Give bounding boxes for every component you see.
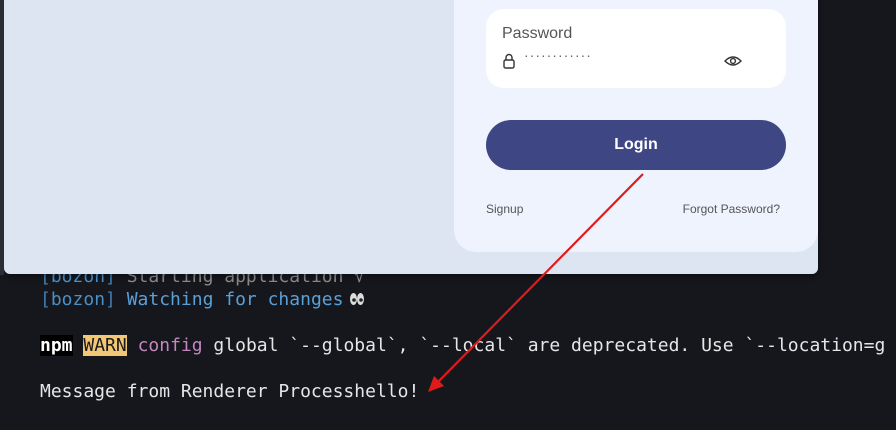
login-button[interactable]: Login <box>486 120 786 170</box>
password-field[interactable]: Password ············ <box>486 9 786 88</box>
terminal-line-watching: [bozon] Watching for changes <box>40 289 365 311</box>
login-card: Password ············ Login Signup Forgo… <box>454 0 818 252</box>
signup-link[interactable]: Signup <box>486 202 523 216</box>
terminal-line-message: Message from Renderer Processhello! <box>40 381 420 402</box>
password-label: Password <box>502 25 573 42</box>
bracket: [ <box>40 289 51 310</box>
app-window: Password ············ Login Signup Forgo… <box>4 0 818 274</box>
eyes-icon <box>350 293 365 305</box>
watching-text: Watching for changes <box>115 289 344 310</box>
terminal-line-npm-warn: npm WARN config global `--global`, `--lo… <box>40 335 885 357</box>
warn-badge: WARN <box>83 335 127 356</box>
bozon-tag: bozon <box>50 289 106 310</box>
lock-icon <box>503 53 515 69</box>
config-label: config <box>137 335 203 356</box>
window-left-edge <box>0 0 4 275</box>
warn-text: global `--global`, `--local` are depreca… <box>202 335 886 356</box>
password-input[interactable]: ············ <box>524 47 592 63</box>
bracket: ] <box>105 289 116 310</box>
npm-label: npm <box>40 335 73 356</box>
forgot-password-link[interactable]: Forgot Password? <box>683 202 780 216</box>
eye-icon[interactable] <box>724 55 742 67</box>
